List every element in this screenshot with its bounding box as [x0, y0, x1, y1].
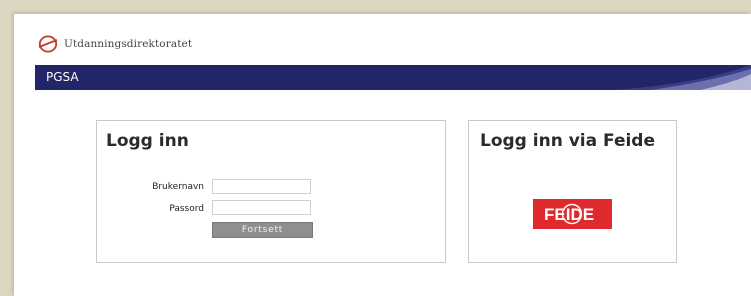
continue-button[interactable]: Fortsett — [212, 222, 313, 238]
login-title: Logg inn — [106, 131, 189, 151]
username-input[interactable] — [212, 179, 311, 194]
login-panel: Logg inn Brukernavn Passord Fortsett — [96, 120, 446, 263]
app-banner: PGSA — [35, 65, 751, 90]
header-logo[interactable]: Utdanningsdirektoratet — [38, 35, 192, 53]
page: Utdanningsdirektoratet PGSA Logg inn Bru… — [14, 14, 751, 296]
feide-login-button[interactable]: FEIDE — [533, 199, 612, 229]
password-input[interactable] — [212, 200, 311, 215]
feide-title: Logg inn via Feide — [480, 131, 655, 151]
app-title: PGSA — [46, 70, 79, 84]
password-label: Passord — [169, 204, 204, 214]
udir-logo-icon — [38, 35, 58, 53]
feide-logo-icon: FEIDE — [544, 203, 594, 225]
username-label: Brukernavn — [152, 182, 204, 192]
banner-swoosh — [611, 65, 751, 90]
org-name: Utdanningsdirektoratet — [64, 38, 193, 50]
feide-panel: Logg inn via Feide FEIDE — [468, 120, 677, 263]
feide-logo-text: FEIDE — [544, 205, 594, 224]
